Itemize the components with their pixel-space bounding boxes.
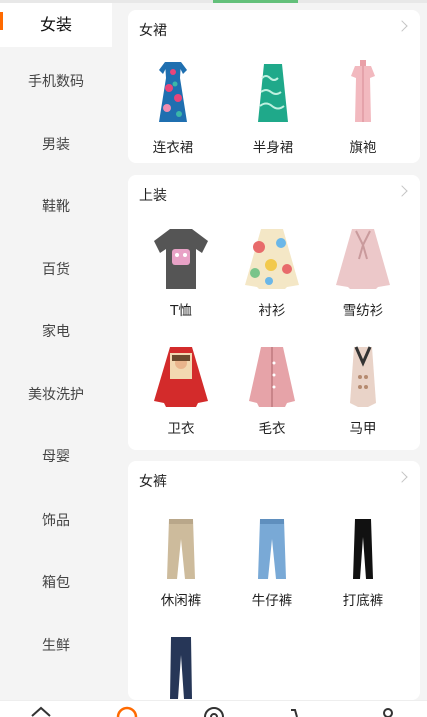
chevron-right-icon[interactable] <box>396 185 408 197</box>
floral-dress-icon <box>159 62 187 122</box>
sidebar-item-bags[interactable]: 箱包 <box>0 561 112 605</box>
category-item[interactable]: 衬衫 <box>227 225 317 319</box>
bottom-tab-bar <box>0 700 427 717</box>
section-card-pants: 女裤 休闲裤 牛仔裤 打底裤 <box>128 461 420 700</box>
item-label: T恤 <box>170 303 192 319</box>
item-label: 半身裙 <box>252 140 294 156</box>
home-icon[interactable] <box>29 705 53 717</box>
sweatshirt-icon <box>154 347 208 407</box>
shirt-icon <box>245 229 299 289</box>
item-label: 雪纺衫 <box>342 303 384 319</box>
item-label: 连衣裙 <box>152 140 194 156</box>
leggings-icon <box>353 519 373 579</box>
section-card-skirts: 女裙 连衣裙 半身裙 旗袍 <box>128 10 420 163</box>
chevron-right-icon[interactable] <box>396 20 408 32</box>
section-title: 女裤 <box>139 474 167 490</box>
sidebar-item-general[interactable]: 百货 <box>0 248 112 292</box>
section-title: 上装 <box>139 188 167 204</box>
category-item[interactable]: T恤 <box>136 225 226 319</box>
category-item[interactable]: 旗袍 <box>318 58 408 156</box>
vest-icon <box>350 346 376 407</box>
item-label: 马甲 <box>349 421 377 437</box>
category-item[interactable]: 卫衣 <box>136 343 226 437</box>
sidebar-item-mens[interactable]: 男装 <box>0 123 112 167</box>
category-item[interactable]: 雪纺衫 <box>318 225 408 319</box>
cardigan-icon <box>249 347 295 407</box>
sidebar-item-appliances[interactable]: 家电 <box>0 310 112 354</box>
progress-segment <box>213 0 298 3</box>
sidebar-item-fresh[interactable]: 生鲜 <box>0 624 112 668</box>
category-item[interactable] <box>136 635 226 701</box>
sidebar-item-baby[interactable]: 母婴 <box>0 435 112 479</box>
user-icon[interactable] <box>376 705 400 717</box>
section-title: 女裙 <box>139 23 167 39</box>
item-label: 毛衣 <box>258 421 286 437</box>
pink-qipao-icon <box>351 60 375 122</box>
item-label: 衬衫 <box>258 303 286 319</box>
cart-icon[interactable] <box>289 705 313 717</box>
item-label: 卫衣 <box>167 421 195 437</box>
item-label: 旗袍 <box>349 140 377 156</box>
item-label: 休闲裤 <box>160 593 202 609</box>
jeans-icon <box>258 519 286 579</box>
category-sidebar: 女装 手机数码 男装 鞋靴 百货 家电 美妆洗护 母婴 饰品 箱包 生鲜 <box>0 3 112 703</box>
sidebar-item-digital[interactable]: 手机数码 <box>0 60 112 104</box>
category-item[interactable]: 毛衣 <box>227 343 317 437</box>
category-item[interactable]: 半身裙 <box>228 58 318 156</box>
chiffon-blouse-icon <box>336 229 390 289</box>
sidebar-item-beauty[interactable]: 美妆洗护 <box>0 373 112 417</box>
green-skirt-icon <box>258 64 288 122</box>
sidebar-item-accessories[interactable]: 饰品 <box>0 499 112 543</box>
navy-trousers-icon <box>170 637 192 699</box>
category-item[interactable]: 牛仔裤 <box>227 515 317 609</box>
sidebar-item-womens[interactable]: 女装 <box>0 3 112 47</box>
chevron-right-icon[interactable] <box>396 471 408 483</box>
message-icon[interactable] <box>202 705 226 717</box>
item-label: 牛仔裤 <box>251 593 293 609</box>
sidebar-item-shoes[interactable]: 鞋靴 <box>0 185 112 229</box>
category-icon[interactable] <box>115 705 139 717</box>
section-card-tops: 上装 T恤 衬衫 雪纺衫 卫衣 毛衣 马甲 <box>128 175 420 450</box>
category-item[interactable]: 休闲裤 <box>136 515 226 609</box>
casual-pants-icon <box>167 519 195 579</box>
item-label: 打底裤 <box>342 593 384 609</box>
category-item[interactable]: 打底裤 <box>318 515 408 609</box>
category-item[interactable]: 连衣裙 <box>128 58 218 156</box>
tshirt-icon <box>154 229 208 289</box>
category-item[interactable]: 马甲 <box>318 343 408 437</box>
